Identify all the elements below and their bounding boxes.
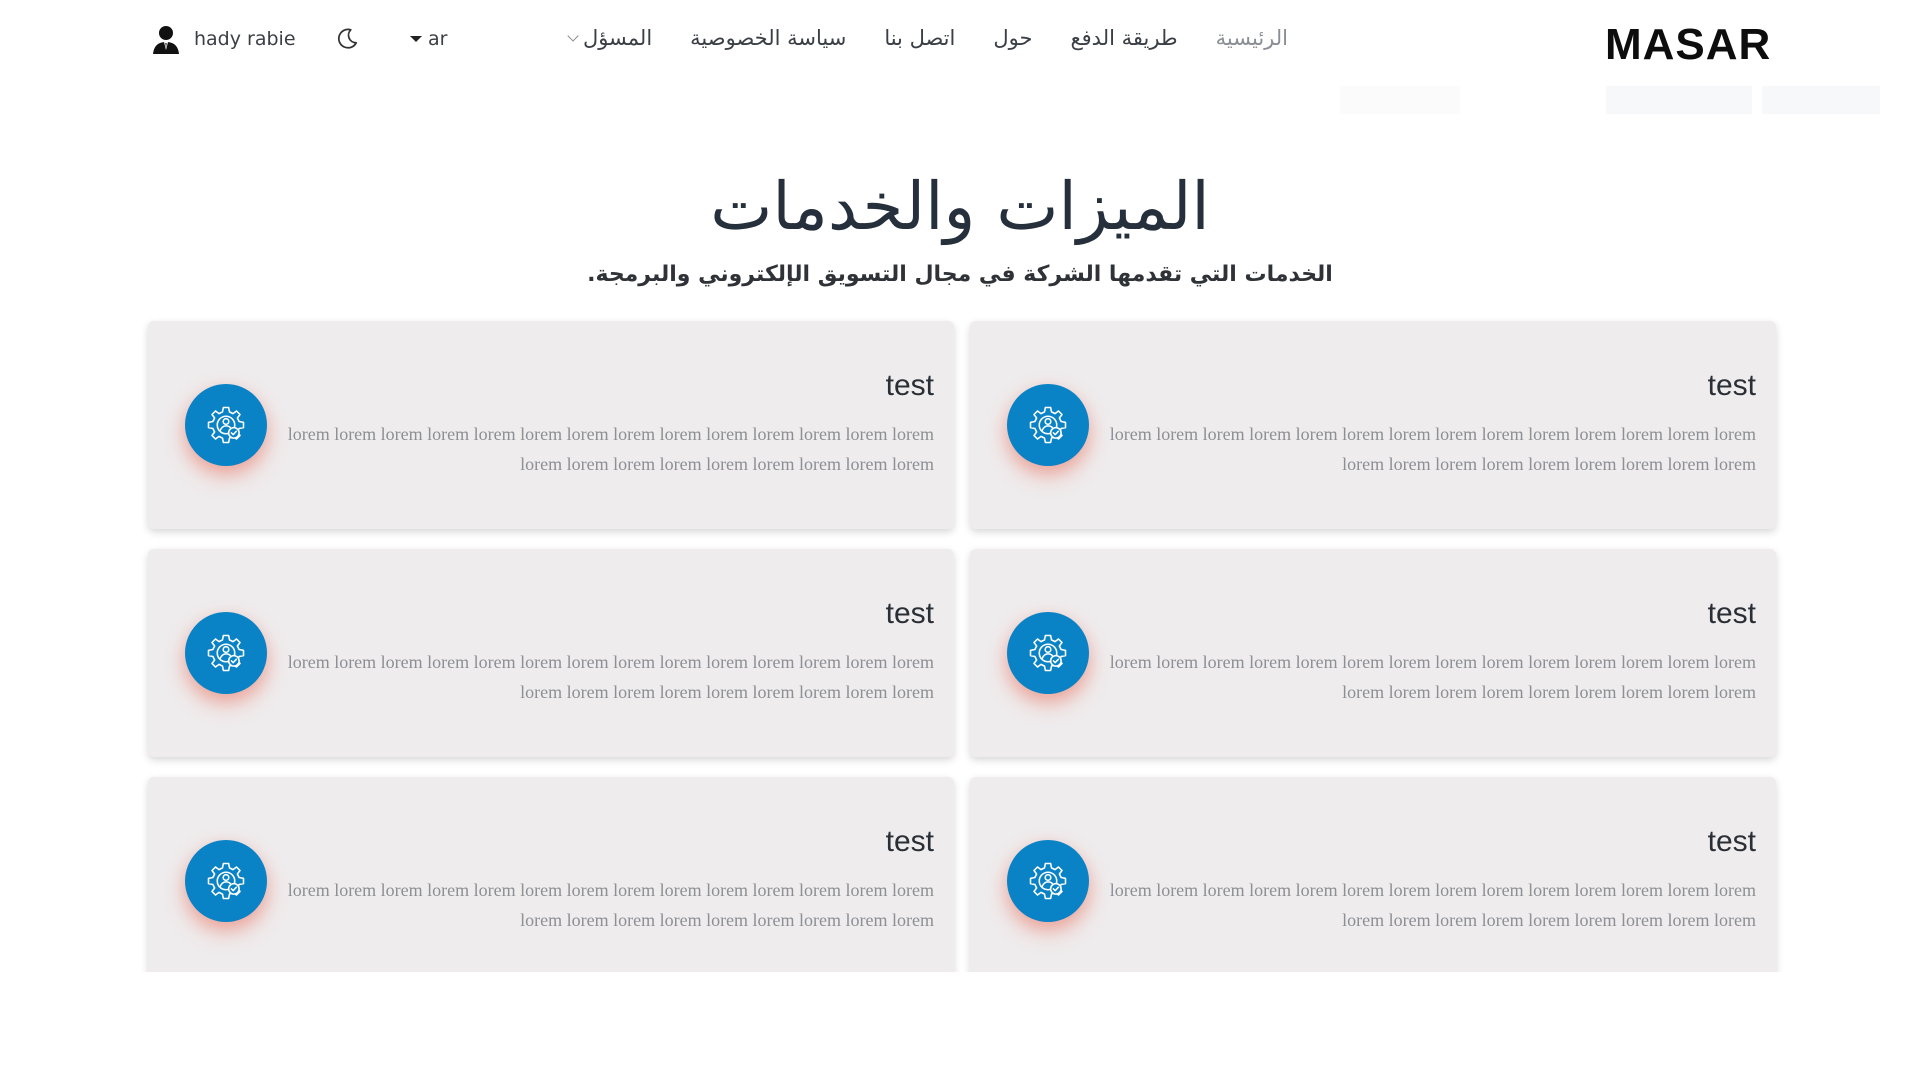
gear-user-check-icon [185,384,267,466]
feature-card-title: test [885,369,934,402]
page-bottom-area [0,972,1920,1080]
feature-card-text: lorem lorem lorem lorem lorem lorem lore… [1109,424,1756,474]
nav-item-admin-label: المسؤل [582,26,653,50]
chevron-down-icon [567,30,579,42]
nav-item-admin-dropdown[interactable]: المسؤل [567,26,653,50]
gear-user-check-icon [185,612,267,694]
caret-down-icon [410,36,422,42]
feature-card-text: lorem lorem lorem lorem lorem lorem lore… [1109,880,1756,930]
gear-user-check-icon [1007,840,1089,922]
brand-logo[interactable]: MASAR [1605,23,1771,67]
nav-item-payment-method[interactable]: طريقة الدفع [1070,26,1177,50]
gear-user-check-icon [1007,612,1089,694]
feature-card-text: lorem lorem lorem lorem lorem lorem lore… [287,652,934,702]
gear-user-check-icon [185,840,267,922]
feature-card-title: test [1707,825,1756,858]
feature-card-text: lorem lorem lorem lorem lorem lorem lore… [1109,652,1756,702]
feature-card-title: test [885,825,934,858]
user-name: hady rabie [194,28,296,50]
feature-card[interactable]: test lorem lorem lorem lorem lorem lorem… [148,777,954,985]
top-navbar: MASAR الرئيسية طريقة الدفع حول اتصل بنا … [0,0,1920,84]
moon-icon[interactable] [334,26,360,52]
section-subtitle: الخدمات التي تقدمها الشركة في مجال التسو… [587,262,1333,287]
language-label: ar [428,28,448,50]
features-grid: test lorem lorem lorem lorem lorem lorem… [148,321,1776,985]
gear-user-check-icon [1007,384,1089,466]
user-avatar-icon [148,21,184,57]
feature-card-title: test [1707,369,1756,402]
feature-card-title: test [885,597,934,630]
feature-card[interactable]: test lorem lorem lorem lorem lorem lorem… [970,777,1776,985]
feature-card[interactable]: test lorem lorem lorem lorem lorem lorem… [148,321,954,529]
section-title: الميزات والخدمات [710,168,1210,245]
nav-item-about[interactable]: حول [993,26,1032,50]
feature-card[interactable]: test lorem lorem lorem lorem lorem lorem… [148,549,954,757]
nav-item-privacy-policy[interactable]: سياسة الخصوصية [690,26,846,50]
feature-card[interactable]: test lorem lorem lorem lorem lorem lorem… [970,549,1776,757]
feature-card-title: test [1707,597,1756,630]
main-nav: الرئيسية طريقة الدفع حول اتصل بنا سياسة … [567,26,1288,50]
nav-item-contact[interactable]: اتصل بنا [884,26,955,50]
feature-card-text: lorem lorem lorem lorem lorem lorem lore… [287,424,934,474]
language-selector[interactable]: ar [410,28,447,50]
user-menu[interactable]: hady rabie [148,21,296,57]
nav-item-home[interactable]: الرئيسية [1216,26,1288,50]
feature-card[interactable]: test lorem lorem lorem lorem lorem lorem… [970,321,1776,529]
feature-card-text: lorem lorem lorem lorem lorem lorem lore… [287,880,934,930]
header-shadow-strip [0,86,1920,116]
